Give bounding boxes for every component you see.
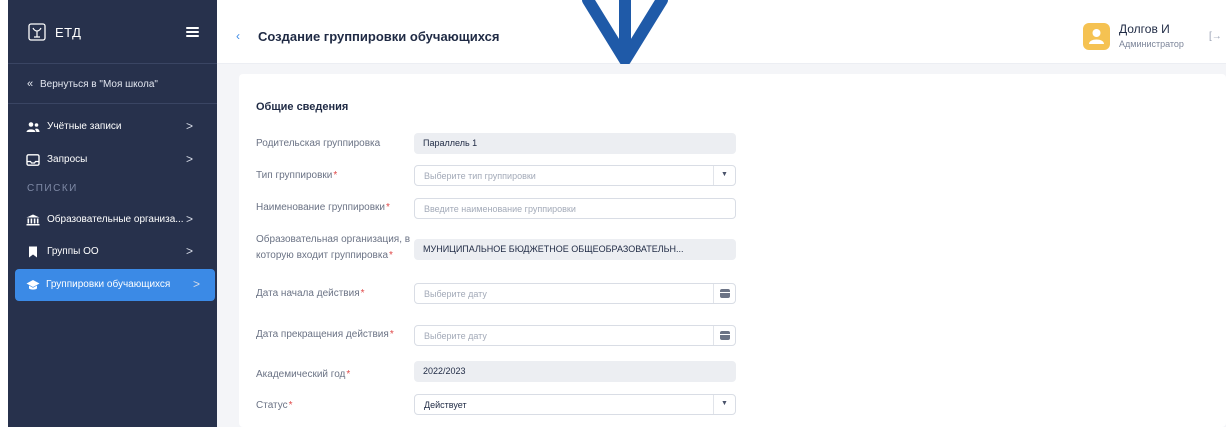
calendar-icon[interactable]	[713, 326, 735, 345]
field-label-grouping-type: Тип группировки*	[256, 170, 338, 181]
inbox-icon	[26, 154, 40, 166]
back-link-label: Вернуться в "Моя школа"	[40, 79, 158, 90]
field-label-start-date: Дата начала действия*	[256, 288, 365, 299]
required-mark: *	[389, 329, 394, 340]
sidebar-item-label: Группы ОО	[47, 246, 99, 257]
double-chevron-left-icon: «	[27, 78, 34, 90]
field-label-academic-year: Академический год*	[256, 369, 351, 380]
start-date-input[interactable]: Выберите дату	[414, 283, 736, 304]
left-margin	[0, 0, 8, 427]
menu-toggle-icon[interactable]	[186, 27, 199, 37]
grouping-name-input[interactable]: Введите наименование группировки	[414, 198, 736, 219]
sidebar-item-groups[interactable]: Группы ОО >	[8, 237, 217, 267]
chevron-right-icon: >	[193, 277, 201, 291]
chevron-right-icon: >	[186, 119, 194, 133]
annotation-arrow-icon	[582, 0, 668, 66]
required-mark: *	[360, 288, 365, 299]
back-chevron-icon[interactable]: ‹	[236, 29, 240, 43]
organization-field: МУНИЦИПАЛЬНОЕ БЮДЖЕТНОЕ ОБЩЕОБРАЗОВАТЕЛЬ…	[414, 239, 736, 260]
form-card: Общие сведения Родительская группировка …	[239, 74, 1226, 427]
required-mark: *	[389, 250, 393, 261]
parent-grouping-field: Параллель 1	[414, 133, 736, 154]
sidebar-item-accounts[interactable]: Учётные записи >	[8, 112, 217, 142]
sidebar-item-organizations[interactable]: Образовательные организа... >	[8, 205, 217, 235]
end-date-placeholder: Выберите дату	[424, 331, 487, 341]
topbar: ‹ Создание группировки обучающихся Долго…	[217, 0, 1226, 64]
page-title: Создание группировки обучающихся	[258, 29, 500, 44]
bookmark-icon	[29, 246, 37, 258]
chevron-right-icon: >	[186, 244, 194, 258]
user-role: Администратор	[1119, 39, 1184, 49]
main-content: Общие сведения Родительская группировка …	[217, 64, 1226, 427]
field-label-grouping-name: Наименование группировки*	[256, 202, 390, 213]
section-title-general: Общие сведения	[256, 101, 349, 113]
logo-icon	[28, 23, 46, 41]
field-label-organization: Образовательная организация, в которую в…	[256, 234, 411, 261]
sidebar-item-label: Группировки обучающихся	[46, 279, 171, 290]
graduation-cap-icon	[26, 280, 40, 290]
sidebar-item-requests[interactable]: Запросы >	[8, 145, 217, 175]
users-icon	[26, 122, 40, 132]
sidebar-section-lists: СПИСКИ	[27, 183, 78, 194]
avatar[interactable]	[1083, 23, 1110, 50]
sidebar-header: ЕТД	[8, 0, 217, 64]
required-mark: *	[346, 369, 351, 380]
dropdown-caret-icon[interactable]: ▼	[713, 395, 735, 414]
sidebar-item-label: Образовательные организа...	[47, 214, 184, 225]
chevron-right-icon: >	[186, 212, 194, 226]
chevron-right-icon: >	[186, 152, 194, 166]
user-icon	[1089, 29, 1104, 44]
end-date-input[interactable]: Выберите дату	[414, 325, 736, 346]
organization-value: МУНИЦИПАЛЬНОЕ БЮДЖЕТНОЕ ОБЩЕОБРАЗОВАТЕЛЬ…	[423, 244, 684, 254]
parent-grouping-value: Параллель 1	[423, 138, 478, 148]
sidebar-item-student-groupings[interactable]: Группировки обучающихся >	[15, 269, 215, 301]
user-name: Долгов И	[1119, 22, 1170, 36]
field-label-parent-grouping: Родительская группировка	[256, 138, 381, 149]
required-mark: *	[288, 400, 293, 411]
dropdown-caret-icon[interactable]: ▼	[713, 166, 735, 185]
app-title: ЕТД	[55, 25, 82, 40]
institution-icon	[26, 214, 40, 226]
status-value: Действует	[424, 400, 467, 410]
grouping-type-select[interactable]: Выберите тип группировки ▼	[414, 165, 736, 186]
academic-year-value: 2022/2023	[423, 366, 466, 376]
calendar-icon[interactable]	[713, 284, 735, 303]
field-label-end-date: Дата прекращения действия*	[256, 329, 394, 340]
grouping-type-placeholder: Выберите тип группировки	[424, 171, 536, 181]
back-to-school-link[interactable]: « Вернуться в "Моя школа"	[8, 64, 217, 104]
sidebar-item-label: Запросы	[47, 154, 88, 165]
logout-icon[interactable]: [→	[1209, 31, 1222, 42]
start-date-placeholder: Выберите дату	[424, 289, 487, 299]
required-mark: *	[333, 170, 338, 181]
academic-year-field: 2022/2023	[414, 361, 736, 382]
sidebar: ЕТД « Вернуться в "Моя школа" Учётные за…	[8, 0, 217, 427]
sidebar-item-label: Учётные записи	[47, 121, 122, 132]
status-select[interactable]: Действует ▼	[414, 394, 736, 415]
field-label-status: Статус*	[256, 400, 293, 411]
required-mark: *	[386, 202, 390, 213]
grouping-name-placeholder: Введите наименование группировки	[424, 204, 576, 214]
